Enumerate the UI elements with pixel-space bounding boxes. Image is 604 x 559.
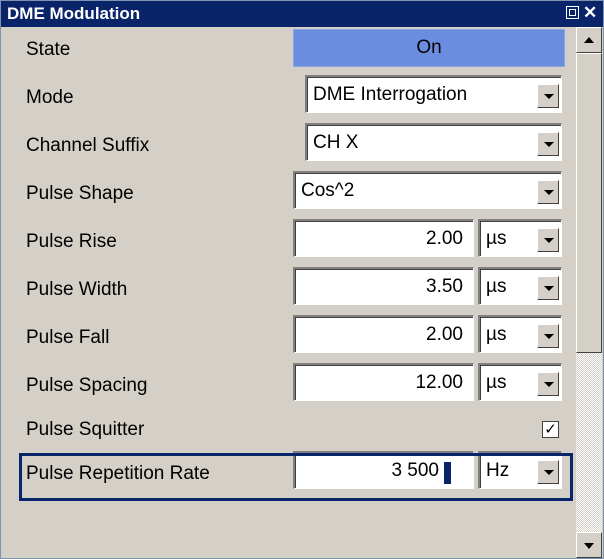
- pulse-fall-label: Pulse Fall: [26, 327, 110, 348]
- row-pulse-shape: Pulse Shape Cos^2: [1, 171, 575, 219]
- mode-label: Mode: [26, 87, 74, 108]
- checkmark-icon: ✓: [544, 421, 557, 438]
- pulse-width-label: Pulse Width: [26, 279, 128, 300]
- pulse-rise-label: Pulse Rise: [26, 231, 117, 252]
- chevron-down-icon[interactable]: [537, 324, 559, 348]
- pulse-shape-value: Cos^2: [301, 180, 355, 201]
- pulse-spacing-unit: µs: [486, 372, 507, 393]
- pulse-fall-unit: µs: [486, 324, 507, 345]
- chevron-down-icon[interactable]: [537, 180, 559, 204]
- channel-suffix-value: CH X: [313, 132, 359, 153]
- chevron-down-icon[interactable]: [537, 84, 559, 108]
- pulse-spacing-label: Pulse Spacing: [26, 375, 148, 396]
- scrollbar-thumb[interactable]: [576, 53, 602, 353]
- chevron-down-icon[interactable]: [537, 276, 559, 300]
- row-mode: Mode DME Interrogation: [1, 75, 575, 123]
- chevron-down-icon[interactable]: [537, 132, 559, 156]
- channel-suffix-select[interactable]: CH X: [305, 123, 562, 161]
- dme-modulation-dialog: DME Modulation ✕ State On Mode DME Inter…: [0, 0, 604, 559]
- pulse-rise-input[interactable]: 2.00: [293, 219, 474, 257]
- chevron-down-icon[interactable]: [537, 372, 559, 396]
- row-pulse-rise: Pulse Rise 2.00 µs: [1, 219, 575, 267]
- pulse-spacing-value: 12.00: [415, 372, 463, 393]
- title-bar: DME Modulation ✕: [1, 1, 603, 27]
- pulse-rise-value: 2.00: [426, 228, 463, 249]
- chevron-down-icon[interactable]: [537, 228, 559, 252]
- row-pulse-width: Pulse Width 3.50 µs: [1, 267, 575, 315]
- scroll-up-button[interactable]: [576, 27, 602, 53]
- pulse-spacing-unit-select[interactable]: µs: [478, 363, 562, 401]
- pulse-width-unit-select[interactable]: µs: [478, 267, 562, 305]
- pulse-spacing-input[interactable]: 12.00: [293, 363, 474, 401]
- focus-highlight: [19, 453, 573, 501]
- close-icon[interactable]: ✕: [583, 4, 597, 21]
- state-label: State: [26, 39, 71, 60]
- row-pulse-fall: Pulse Fall 2.00 µs: [1, 315, 575, 363]
- pulse-rise-unit: µs: [486, 228, 507, 249]
- window-restore-icon[interactable]: [566, 6, 579, 19]
- pulse-rise-unit-select[interactable]: µs: [478, 219, 562, 257]
- pulse-shape-select[interactable]: Cos^2: [293, 171, 562, 209]
- mode-value: DME Interrogation: [313, 84, 468, 105]
- pulse-fall-unit-select[interactable]: µs: [478, 315, 562, 353]
- scroll-down-button[interactable]: [576, 532, 602, 558]
- pulse-width-input[interactable]: 3.50: [293, 267, 474, 305]
- window-title: DME Modulation: [7, 4, 141, 23]
- row-channel-suffix: Channel Suffix CH X: [1, 123, 575, 171]
- row-pulse-spacing: Pulse Spacing 12.00 µs: [1, 363, 575, 411]
- row-state: State On: [1, 27, 575, 75]
- pulse-squitter-checkbox[interactable]: ✓: [542, 421, 559, 438]
- pulse-width-value: 3.50: [426, 276, 463, 297]
- row-pulse-squitter: Pulse Squitter ✓: [1, 411, 575, 451]
- vertical-scrollbar[interactable]: [576, 27, 602, 558]
- mode-select[interactable]: DME Interrogation: [305, 75, 562, 113]
- pulse-fall-value: 2.00: [426, 324, 463, 345]
- pulse-squitter-label: Pulse Squitter: [26, 419, 145, 440]
- channel-suffix-label: Channel Suffix: [26, 135, 150, 156]
- pulse-fall-input[interactable]: 2.00: [293, 315, 474, 353]
- state-toggle-button[interactable]: On: [293, 29, 565, 67]
- pulse-width-unit: µs: [486, 276, 507, 297]
- pulse-shape-label: Pulse Shape: [26, 183, 134, 204]
